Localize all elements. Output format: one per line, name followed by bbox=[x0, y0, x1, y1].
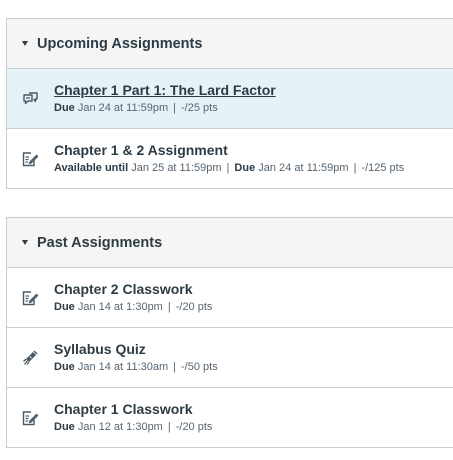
assignment-title[interactable]: Chapter 2 Classwork bbox=[54, 280, 212, 298]
separator: | bbox=[353, 162, 357, 174]
assignment-icon bbox=[22, 152, 39, 167]
assignment-row[interactable]: Syllabus Quiz Due Jan 14 at 11:30am | -/50… bbox=[7, 328, 453, 388]
points: -/20 pts bbox=[175, 301, 213, 313]
assignment-icon bbox=[22, 291, 39, 306]
assignment-row[interactable]: Chapter 2 Classwork Due Jan 14 at 1:30pm… bbox=[7, 268, 453, 328]
upcoming-assignments-header[interactable]: Upcoming Assignments bbox=[7, 18, 453, 69]
available-label: Available until bbox=[54, 162, 129, 174]
assignment-title-link[interactable]: Chapter 1 Part 1: The Lard Factor bbox=[54, 81, 276, 99]
group-title: Upcoming Assignments bbox=[37, 35, 203, 52]
points: -/50 pts bbox=[181, 361, 218, 373]
caret-down-icon[interactable] bbox=[22, 41, 28, 46]
separator: | bbox=[167, 301, 171, 313]
due-date: Jan 14 at 1:30pm bbox=[77, 301, 163, 313]
discussion-icon bbox=[23, 92, 38, 105]
assignment-row[interactable]: Chapter 1 Classwork Due Jan 12 at 1:30pm… bbox=[7, 388, 453, 448]
separator: | bbox=[173, 102, 177, 114]
quiz-icon bbox=[23, 350, 38, 365]
assignment-title[interactable]: Syllabus Quiz bbox=[54, 340, 218, 358]
assignment-title[interactable]: Chapter 1 & 2 Assignment bbox=[54, 141, 404, 159]
due-label: Due bbox=[54, 421, 75, 433]
caret-down-icon[interactable] bbox=[22, 240, 28, 245]
upcoming-assignments-group: Upcoming Assignments Chapter 1 Part 1: T… bbox=[6, 18, 453, 189]
available-date: Jan 25 at 11:59pm bbox=[131, 162, 222, 174]
past-assignments-header[interactable]: Past Assignments bbox=[7, 217, 453, 268]
due-label: Due bbox=[234, 162, 256, 174]
separator: | bbox=[226, 162, 230, 174]
points: -/20 pts bbox=[175, 421, 213, 433]
points: -/125 pts bbox=[361, 162, 405, 174]
points: -/25 pts bbox=[181, 102, 218, 114]
due-date: Jan 14 at 11:30am bbox=[77, 361, 169, 373]
group-title: Past Assignments bbox=[37, 234, 163, 251]
separator: | bbox=[167, 421, 171, 433]
due-label: Due bbox=[54, 102, 75, 114]
due-label: Due bbox=[54, 361, 75, 373]
assignment-icon bbox=[22, 411, 39, 426]
assignment-title[interactable]: Chapter 1 Classwork bbox=[54, 400, 212, 418]
assignment-row[interactable]: Chapter 1 Part 1: The Lard Factor Due Ja… bbox=[7, 69, 453, 129]
due-label: Due bbox=[54, 301, 75, 313]
separator: | bbox=[173, 361, 177, 373]
assignment-row[interactable]: Chapter 1 & 2 Assignment Available until… bbox=[7, 129, 453, 189]
due-date: Jan 12 at 1:30pm bbox=[77, 421, 163, 433]
due-date: Jan 24 at 11:59pm bbox=[77, 102, 169, 114]
past-assignments-group: Past Assignments Chapter 2 Classwork Due… bbox=[6, 217, 453, 448]
due-date: Jan 24 at 11:59pm bbox=[258, 162, 349, 174]
